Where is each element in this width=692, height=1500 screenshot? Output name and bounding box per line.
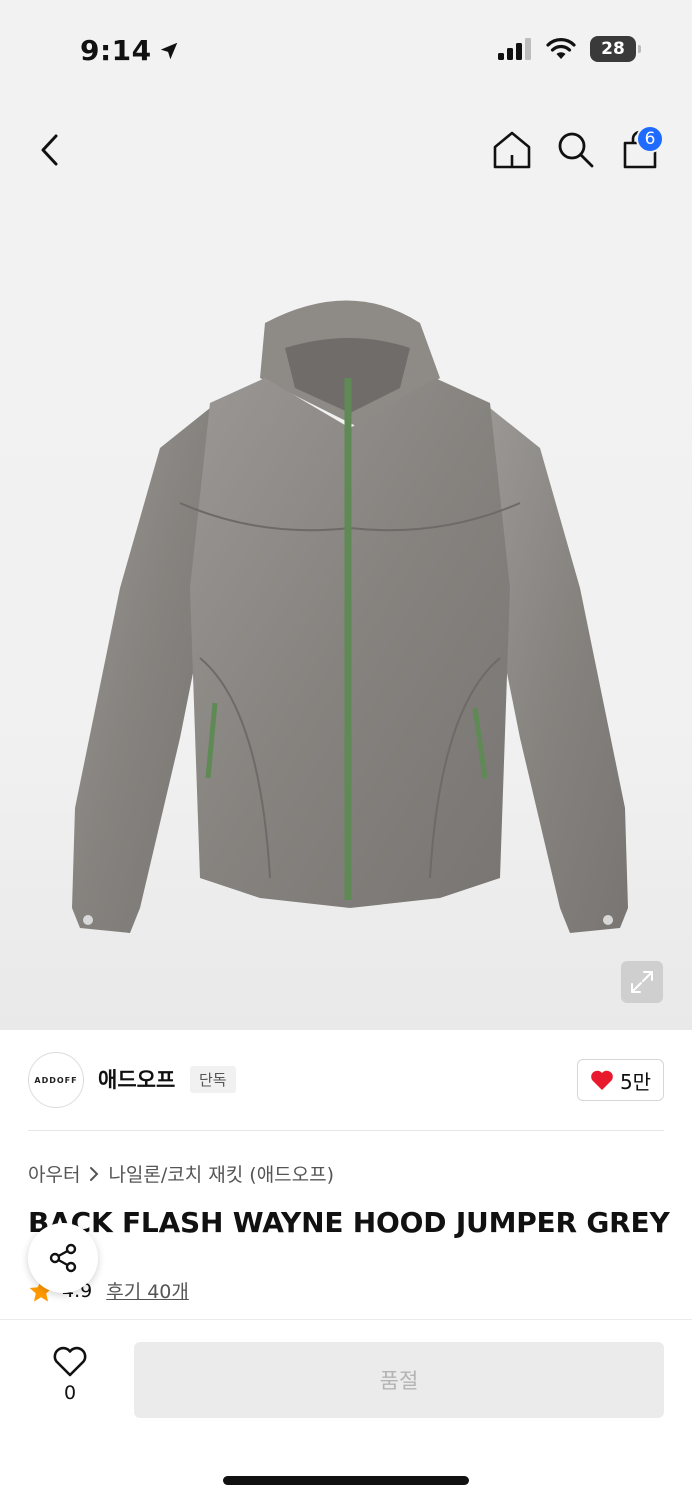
heart-outline-icon [53,1346,87,1377]
expand-icon [631,971,653,993]
brand-logo-text: ADDOFF [34,1075,78,1085]
share-button[interactable] [28,1223,98,1293]
home-indicator[interactable] [223,1476,469,1485]
divider [28,1130,664,1131]
breadcrumb-subcategory[interactable]: 나일론/코치 재킷 (애드오프) [108,1160,334,1187]
search-icon [558,132,594,168]
home-icon [493,131,531,169]
home-button[interactable] [490,128,534,172]
brand-logo[interactable]: ADDOFF [28,1052,84,1108]
chevron-left-icon [41,134,58,166]
heart-filled-icon [591,1070,613,1090]
battery-indicator: 28 [590,36,641,62]
brand-like-count: 5만 [619,1069,652,1094]
brand-like-button[interactable]: 5만 [577,1059,664,1101]
product-hero: 9:14 28 6 [0,0,692,1030]
product-image[interactable] [60,288,640,948]
chevron-right-icon [90,1166,99,1181]
breadcrumb: 아우터 나일론/코치 재킷 (애드오프) [28,1160,334,1187]
review-count-link[interactable]: 후기 40개 [106,1277,189,1304]
product-title: BACK FLASH WAYNE HOOD JUMPER GREY [28,1206,670,1239]
cart-count-badge: 6 [636,125,664,153]
status-time: 9:14 [80,34,180,67]
wishlist-button[interactable]: 0 [50,1346,90,1404]
status-indicators: 28 [498,36,641,62]
search-button[interactable] [554,128,598,172]
brand-name[interactable]: 애드오프 [98,1064,175,1094]
location-arrow-icon [160,42,177,59]
back-button[interactable] [30,128,70,172]
zoom-button[interactable] [621,961,663,1003]
share-icon [49,1243,77,1273]
exclusive-badge: 단독 [190,1066,236,1093]
wifi-icon [546,38,576,59]
breadcrumb-category[interactable]: 아우터 [28,1160,80,1187]
signal-icon [498,38,531,60]
sold-out-button[interactable]: 품절 [134,1342,664,1418]
wishlist-count: 0 [63,1382,77,1404]
